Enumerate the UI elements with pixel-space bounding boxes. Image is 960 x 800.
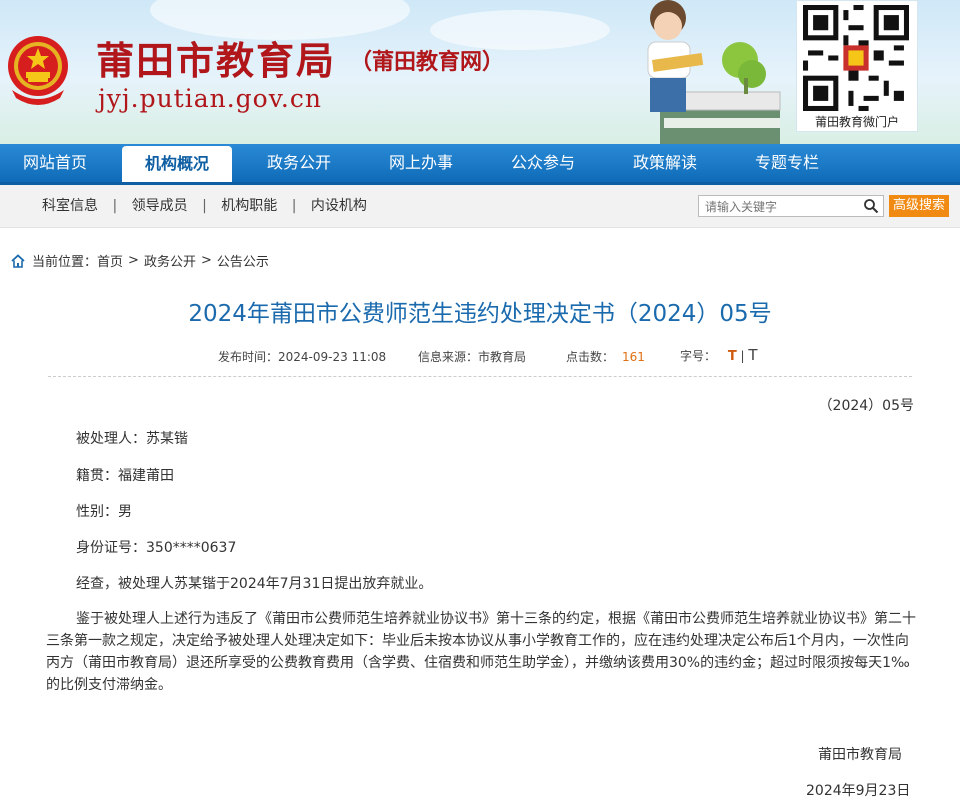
article-title: 2024年莆田市公费师范生违约处理决定书（2024）05号 [188,301,772,327]
publish-label: 发布时间： [218,350,279,364]
nav-item-online-service[interactable]: 网上办事 [366,144,476,182]
article-divider [48,376,912,377]
breadcrumb: 当前位置： 首页 > 政务公开 > 公告公示 [10,251,269,270]
site-banner: 莆田市教育局 （莆田教育网） jyj.putian.gov.cn 莆田教育微门户 [0,0,960,144]
field-respondent: 被处理人：苏某锴 [76,431,188,447]
qr-caption: 莆田教育微门户 [814,115,899,129]
source-value: 市教育局 [478,350,527,364]
site-domain: jyj.putian.gov.cn [98,84,322,113]
font-size-large-button[interactable]: T [728,349,737,364]
reading-child-illustration [647,0,781,144]
publish-time-value: 2024-09-23 11:08 [278,350,387,364]
nav-item-policy-interpretation[interactable]: 政策解读 [610,144,720,182]
nav-item-org-overview[interactable]: 机构概况 [122,146,232,182]
site-subtitle: （莆田教育网） [350,49,505,75]
breadcrumb-home-link[interactable]: 首页 [97,251,123,270]
source-label: 信息来源： [418,350,479,364]
advanced-search-button[interactable]: 高级搜索 [889,195,949,217]
document-number: （2024）05号 [818,398,914,414]
signature-date: 2024年9月23日 [806,783,911,799]
font-size-control: 字号： T | T [680,346,758,364]
search-icon[interactable] [863,198,879,214]
hit-count: 点击数： 161 [566,348,645,365]
font-size-small-button[interactable]: T [748,346,757,364]
info-source: 信息来源：市教育局 [418,348,526,365]
subnav-item-leadership[interactable]: 领导成员 [132,198,188,214]
subnav-item-functions[interactable]: 机构职能 [221,198,277,214]
qr-code-icon [803,5,909,111]
breadcrumb-separator: > [200,253,212,268]
hits-label: 点击数： [566,350,615,364]
font-size-label: 字号： [680,349,717,363]
breadcrumb-separator: > [128,253,139,268]
search-box [698,195,884,217]
nav-item-home[interactable]: 网站首页 [0,144,110,182]
subnav-separator: | [291,198,297,214]
nav-item-public-participation[interactable]: 公众参与 [488,144,598,182]
main-navigation: 网站首页 机构概况 政务公开 网上办事 公众参与 政策解读 专题专栏 [0,144,960,185]
site-title: 莆田市教育局 [96,38,337,83]
hits-value: 161 [622,350,645,364]
search-input[interactable] [699,197,861,217]
signature-organization: 莆田市教育局 [818,747,902,763]
decision-paragraph: 鉴于被处理人上述行为违反了《莆田市公费师范生培养就业协议书》第十三条的约定，根据… [46,611,916,693]
nav-item-special-topics[interactable]: 专题专栏 [732,144,842,182]
subnav-item-internal-units[interactable]: 内设机构 [311,198,367,214]
subnav-item-department-info[interactable]: 科室信息 [42,198,98,214]
breadcrumb-label: 当前位置： [32,255,98,270]
font-size-separator: | [740,349,745,363]
sub-nav-links: 科室信息 | 领导成员 | 机构职能 | 内设机构 [42,185,367,227]
field-id-number: 身份证号：350****0637 [76,540,237,556]
sub-navigation: 科室信息 | 领导成员 | 机构职能 | 内设机构 高级搜索 [0,185,960,228]
subnav-separator: | [112,198,118,214]
nav-item-gov-affairs[interactable]: 政务公开 [244,144,354,182]
breadcrumb-gov-affairs-link[interactable]: 政务公开 [144,251,196,270]
national-emblem-icon [8,36,68,105]
field-gender: 性别：男 [76,504,132,520]
finding-paragraph: 经查，被处理人苏某锴于2024年7月31日提出放弃就业。 [76,576,433,592]
qr-code-panel: 莆田教育微门户 [796,0,918,132]
field-native-place: 籍贯：福建莆田 [76,468,174,484]
home-icon [11,253,25,268]
breadcrumb-announcements-link[interactable]: 公告公示 [217,251,269,270]
publish-time: 发布时间：2024-09-23 11:08 [218,348,386,365]
subnav-separator: | [202,198,207,214]
